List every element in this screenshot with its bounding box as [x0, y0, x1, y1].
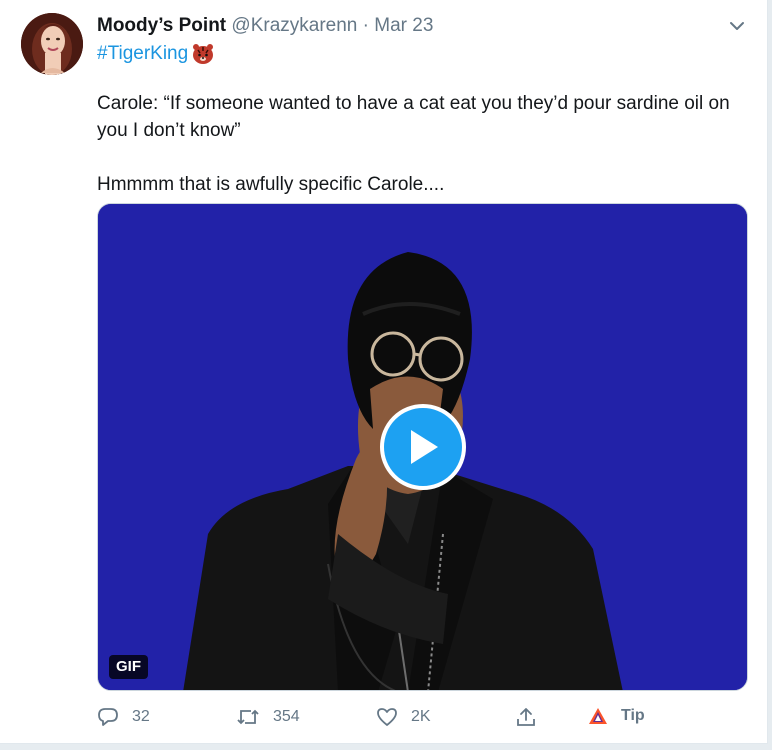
user-handle[interactable]: @Krazykarenn [231, 15, 357, 36]
tweet-body: Carole: “If someone wanted to have a cat… [97, 90, 747, 198]
play-icon [411, 430, 438, 464]
share-icon [517, 708, 535, 726]
display-name[interactable]: Moody’s Point [97, 15, 226, 36]
tweet-date[interactable]: Mar 23 [374, 15, 433, 36]
gif-badge: GIF [109, 655, 148, 679]
tip-button[interactable]: Tip [588, 706, 645, 726]
gif-media[interactable]: GIF [97, 203, 748, 691]
like-button[interactable]: 2K [376, 706, 431, 728]
play-button[interactable] [380, 404, 466, 490]
tiger-face-icon [193, 44, 214, 64]
tweet-paragraph-comment: Hmmmm that is awfully specific Carole...… [97, 174, 445, 195]
retweet-count: 354 [273, 708, 300, 725]
reply-icon [98, 708, 118, 726]
hashtag-link[interactable]: #TigerKing [97, 42, 188, 66]
avatar[interactable] [21, 13, 83, 75]
retweet-icon [237, 709, 259, 725]
tweet-actions: 32 354 2K Tip [97, 706, 657, 734]
heart-icon [377, 708, 397, 726]
hashtag-line: #TigerKing [97, 42, 215, 66]
brave-triangle-icon [589, 708, 607, 724]
reply-count: 32 [132, 708, 150, 725]
tip-label: Tip [621, 707, 645, 724]
retweet-button[interactable]: 354 [236, 706, 300, 728]
share-button[interactable] [515, 706, 550, 728]
tweet-card[interactable]: Moody’s Point @Krazykarenn · Mar 23 #Tig… [0, 0, 768, 744]
chevron-down-icon[interactable] [727, 16, 747, 36]
tweet-header: Moody’s Point @Krazykarenn · Mar 23 [97, 14, 433, 38]
separator-dot: · [362, 15, 369, 36]
tweet-paragraph-quote: Carole: “If someone wanted to have a cat… [97, 93, 730, 141]
reply-button[interactable]: 32 [97, 706, 150, 728]
like-count: 2K [411, 708, 431, 725]
